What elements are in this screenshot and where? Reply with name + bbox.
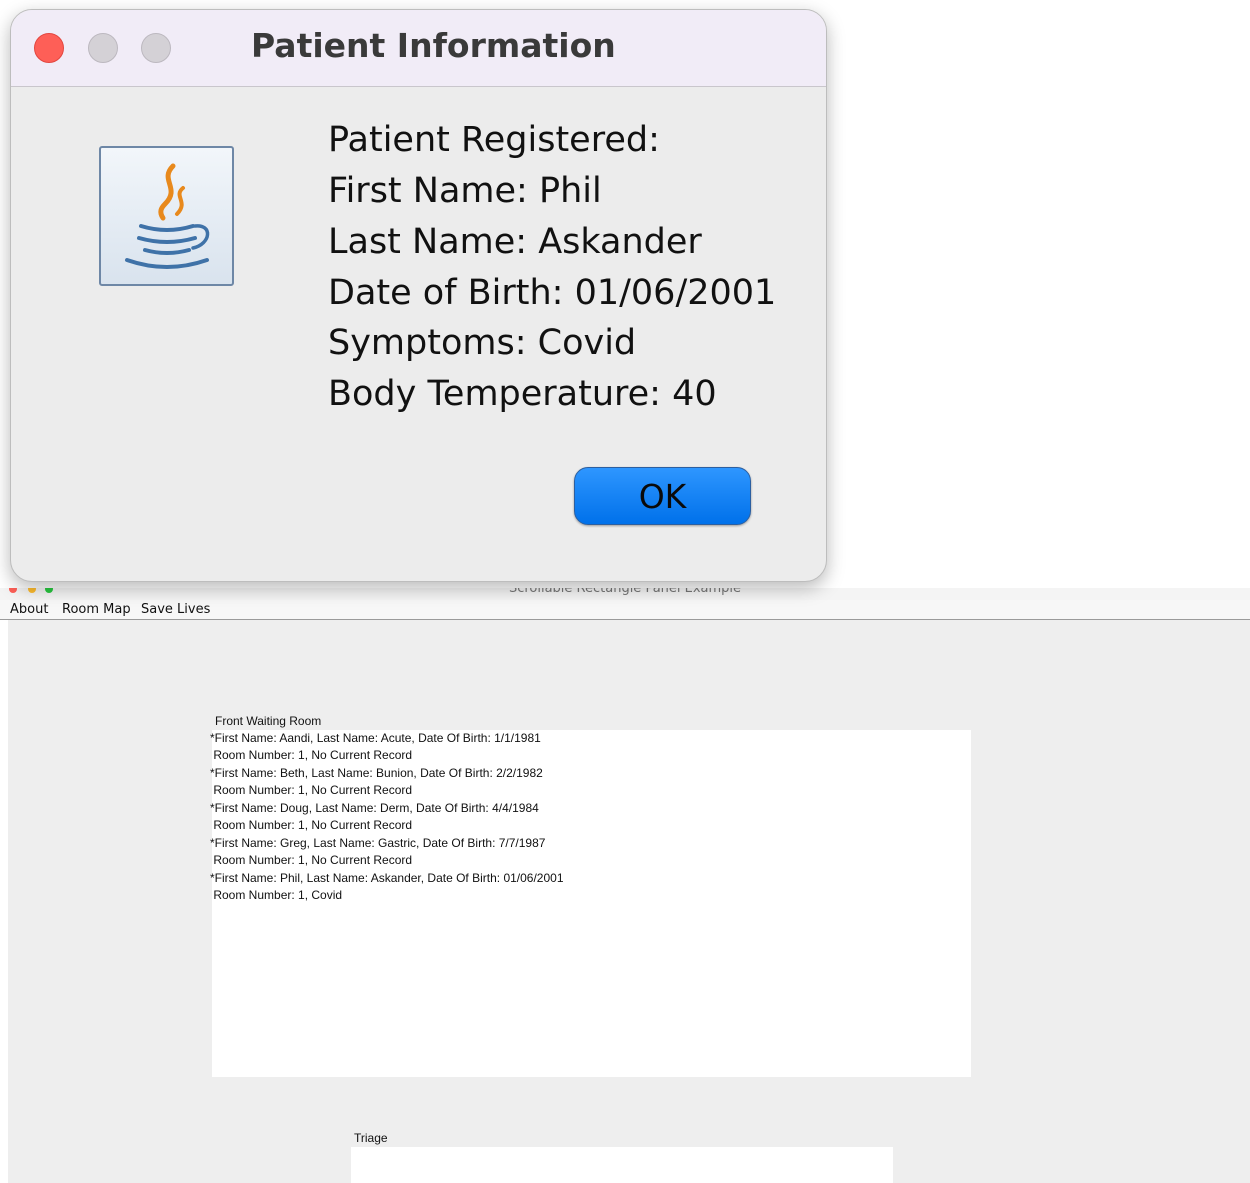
menu-about[interactable]: About	[10, 602, 48, 617]
room-record-line: Room Number: 1, Covid	[210, 888, 343, 902]
java-coffee-cup-icon	[99, 146, 234, 286]
room-record-line: Room Number: 1, No Current Record	[210, 748, 413, 762]
ok-button[interactable]: OK	[574, 467, 751, 525]
message-first-name: First Name: Phil	[328, 171, 602, 211]
patient-record-line: *First Name: Doug, Last Name: Derm, Date…	[210, 801, 539, 815]
message-symptoms: Symptoms: Covid	[328, 323, 637, 363]
triage-panel	[351, 1147, 893, 1183]
menu-room-map[interactable]: Room Map	[62, 602, 131, 617]
close-dialog-icon[interactable]	[34, 33, 64, 63]
dialog-titlebar: Patient Information	[11, 10, 826, 87]
main-window-title: Scrollable Rectangle Panel Example	[508, 588, 742, 596]
message-date-of-birth: Date of Birth: 01/06/2001	[328, 273, 777, 313]
front-waiting-room-label: Front Waiting Room	[215, 714, 322, 728]
main-titlebar: Scrollable Rectangle Panel Example	[0, 588, 1250, 600]
minimize-disabled-icon	[88, 33, 118, 63]
menu-bar: About Room Map Save Lives	[0, 600, 1250, 620]
menu-save-lives[interactable]: Save Lives	[141, 602, 210, 617]
room-record-line: Room Number: 1, No Current Record	[210, 783, 413, 797]
message-body-temperature: Body Temperature: 40	[328, 374, 717, 414]
front-waiting-room-panel: *First Name: Aandi, Last Name: Acute, Da…	[210, 730, 971, 1077]
patient-info-dialog: Patient Information Patient Registered: …	[10, 9, 827, 582]
patient-record-line: *First Name: Aandi, Last Name: Acute, Da…	[210, 731, 541, 745]
zoom-disabled-icon	[141, 33, 171, 63]
patient-record-line: *First Name: Beth, Last Name: Bunion, Da…	[210, 766, 543, 780]
triage-label: Triage	[354, 1131, 388, 1145]
room-record-line: Room Number: 1, No Current Record	[210, 818, 413, 832]
dialog-title: Patient Information	[251, 26, 616, 65]
patient-record-line: *First Name: Greg, Last Name: Gastric, D…	[210, 836, 546, 850]
message-last-name: Last Name: Askander	[328, 222, 702, 262]
patient-record-line: *First Name: Phil, Last Name: Askander, …	[210, 871, 564, 885]
room-record-line: Room Number: 1, No Current Record	[210, 853, 413, 867]
message-header: Patient Registered:	[328, 120, 660, 160]
window-left-edge	[0, 620, 8, 1183]
main-window: Scrollable Rectangle Panel Example About…	[0, 588, 1250, 1183]
